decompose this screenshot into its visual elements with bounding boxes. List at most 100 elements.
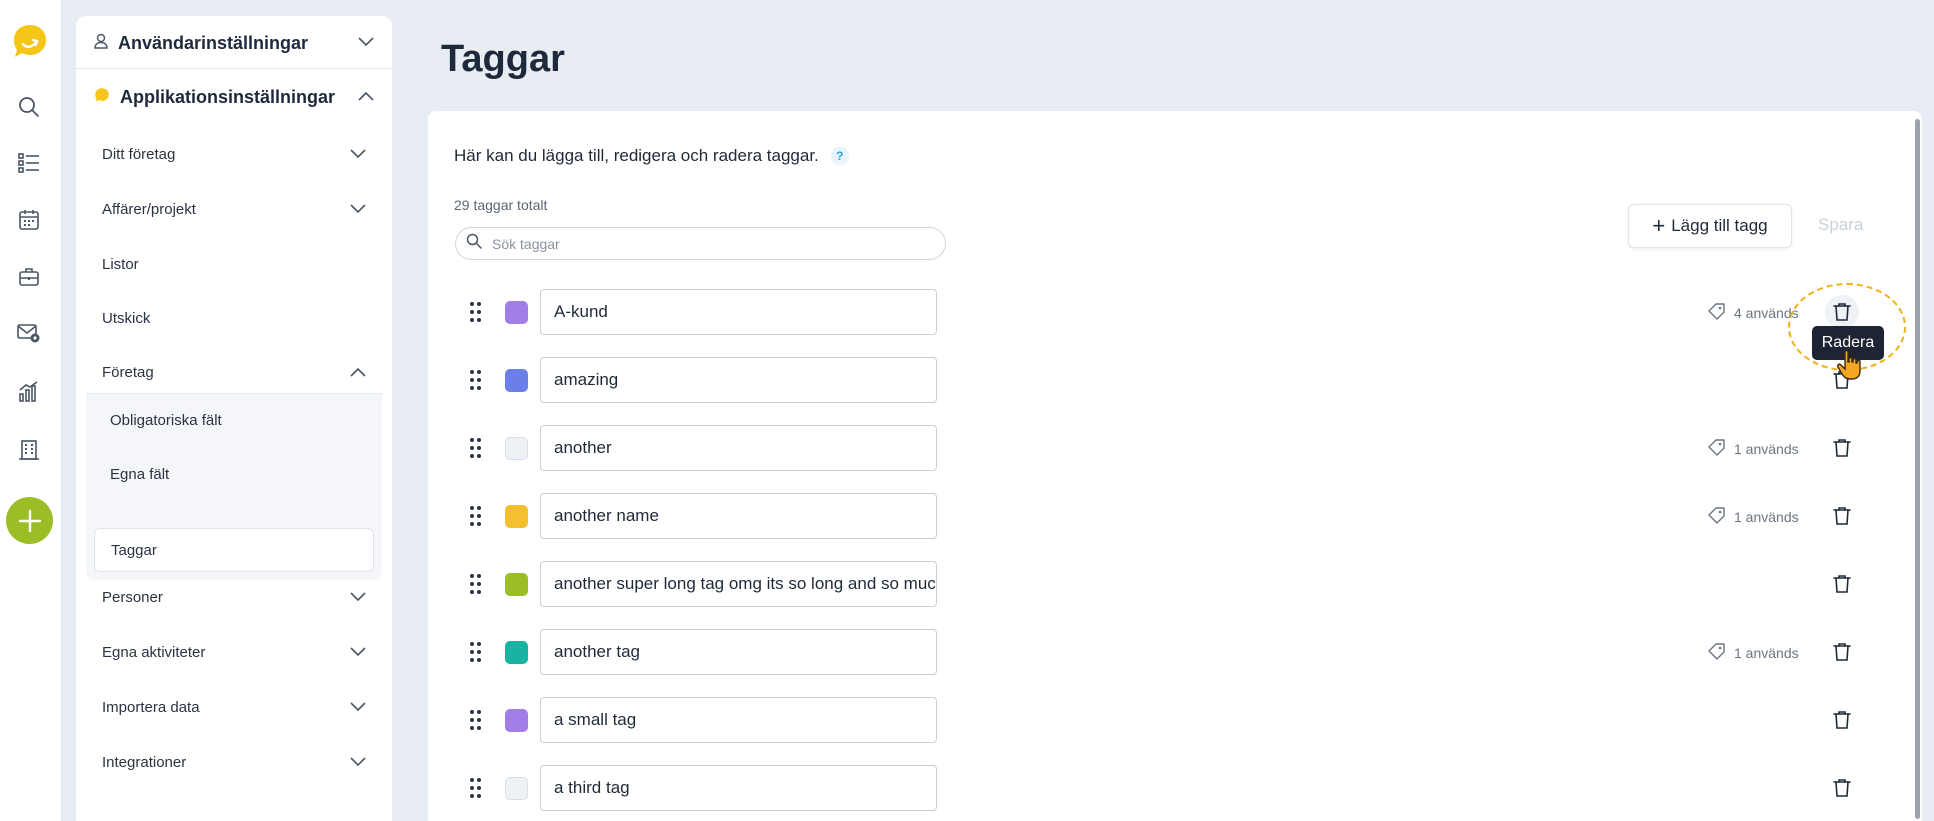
- usage-count: 1 används: [1708, 642, 1838, 663]
- search-box: [455, 227, 946, 260]
- scrollbar[interactable]: [1914, 111, 1922, 821]
- chevron-down-icon: [350, 699, 366, 716]
- nav-item-egna-aktiviteter[interactable]: Egna aktiviteter: [76, 632, 392, 672]
- sub-item-label: Obligatoriska fält: [110, 411, 222, 429]
- tag-icon: [1708, 506, 1726, 527]
- color-swatch[interactable]: [505, 641, 528, 664]
- delete-icon[interactable]: [1828, 638, 1856, 666]
- tag-name-input[interactable]: [540, 289, 937, 335]
- calendar-icon[interactable]: [14, 205, 44, 235]
- tag-row: [428, 697, 1908, 743]
- nav-item-label: Listor: [102, 255, 139, 273]
- delete-icon[interactable]: [1828, 706, 1856, 734]
- drag-handle-icon[interactable]: [469, 369, 483, 391]
- color-swatch[interactable]: [505, 437, 528, 460]
- list-icon[interactable]: [14, 148, 44, 178]
- nav-item-ditt-foretag[interactable]: Ditt företag: [76, 134, 392, 174]
- nav-item-affarer-projekt[interactable]: Affärer/projekt: [76, 189, 392, 229]
- chevron-down-icon: [350, 589, 366, 606]
- sub-item-label: Egna fält: [110, 465, 170, 483]
- divider: [76, 68, 392, 69]
- tag-name-input[interactable]: [540, 561, 937, 607]
- drag-handle-icon[interactable]: [469, 437, 483, 459]
- tag-row: 1 används: [428, 425, 1908, 471]
- nav-item-label: Personer: [102, 588, 163, 606]
- building-icon[interactable]: [14, 435, 44, 465]
- nav-item-integrationer[interactable]: Integrationer: [76, 742, 392, 782]
- tag-row: 1 används: [428, 629, 1908, 675]
- usage-text: 1 används: [1734, 440, 1799, 457]
- sub-item-egna-falt[interactable]: Egna fält: [94, 452, 374, 496]
- sub-item-obligatoriska-falt[interactable]: Obligatoriska fält: [94, 398, 374, 442]
- user-settings-header[interactable]: Användarinställningar: [76, 16, 392, 70]
- sub-item-label: Taggar: [111, 541, 157, 559]
- nav-item-label: Affärer/projekt: [102, 200, 196, 218]
- chevron-up-icon: [350, 364, 366, 381]
- save-button[interactable]: Spara: [1818, 215, 1863, 235]
- drag-handle-icon[interactable]: [469, 777, 483, 799]
- tag-name-input[interactable]: [540, 493, 937, 539]
- usage-count: 1 används: [1708, 506, 1838, 527]
- nav-item-importera-data[interactable]: Importera data: [76, 687, 392, 727]
- add-tag-button[interactable]: + Lägg till tagg: [1628, 204, 1792, 248]
- drag-handle-icon[interactable]: [469, 709, 483, 731]
- tag-row: 4 används: [428, 289, 1908, 335]
- logo-icon: [94, 87, 110, 108]
- color-swatch[interactable]: [505, 573, 528, 596]
- settings-panel: Användarinställningar Applikationsinstäl…: [76, 16, 392, 821]
- app-settings-label: Applikationsinställningar: [120, 86, 336, 107]
- nav-item-utskick[interactable]: Utskick: [76, 298, 392, 338]
- nav-item-personer[interactable]: Personer: [76, 577, 392, 617]
- search-icon[interactable]: [14, 92, 44, 122]
- color-swatch[interactable]: [505, 505, 528, 528]
- nav-item-label: Egna aktiviteter: [102, 643, 206, 661]
- sub-item-taggar[interactable]: Taggar: [94, 528, 374, 572]
- mail-settings-icon[interactable]: [14, 318, 44, 348]
- nav-item-label: Företag: [102, 363, 154, 381]
- tag-name-input[interactable]: [540, 765, 937, 811]
- tag-name-input[interactable]: [540, 629, 937, 675]
- search-input[interactable]: [492, 235, 932, 252]
- nav-item-listor[interactable]: Listor: [76, 244, 392, 284]
- page-title: Taggar: [441, 38, 565, 80]
- tag-icon: [1708, 438, 1726, 459]
- help-icon[interactable]: ?: [830, 147, 849, 165]
- nav-item-label: Ditt företag: [102, 145, 176, 163]
- add-icon[interactable]: [6, 497, 53, 544]
- scrollbar-thumb[interactable]: [1915, 119, 1920, 819]
- delete-icon[interactable]: [1828, 434, 1856, 462]
- app-settings-header[interactable]: Applikationsinställningar: [76, 70, 392, 124]
- chevron-up-icon: [358, 88, 374, 106]
- tag-name-input[interactable]: [540, 357, 937, 403]
- chevron-down-icon: [350, 644, 366, 661]
- drag-handle-icon[interactable]: [469, 505, 483, 527]
- tag-icon: [1708, 302, 1726, 323]
- search-icon: [466, 233, 482, 254]
- nav-item-label: Importera data: [102, 698, 200, 716]
- usage-count: 1 används: [1708, 438, 1838, 459]
- tag-name-input[interactable]: [540, 697, 937, 743]
- nav-item-foretag[interactable]: Företag: [76, 352, 392, 392]
- nav-item-label: Utskick: [102, 309, 151, 327]
- hand-cursor-icon: [1836, 348, 1866, 382]
- briefcase-icon[interactable]: [14, 262, 44, 292]
- color-swatch[interactable]: [505, 709, 528, 732]
- color-swatch[interactable]: [505, 301, 528, 324]
- chevron-down-icon: [350, 146, 366, 163]
- delete-icon[interactable]: [1828, 774, 1856, 802]
- tag-count: 29 taggar totalt: [454, 197, 548, 213]
- delete-icon[interactable]: [1828, 570, 1856, 598]
- color-swatch[interactable]: [505, 777, 528, 800]
- color-swatch[interactable]: [505, 369, 528, 392]
- divider: [86, 393, 382, 394]
- tag-name-input[interactable]: [540, 425, 937, 471]
- logo-icon[interactable]: [11, 22, 49, 60]
- user-icon: [94, 33, 108, 54]
- usage-text: 1 används: [1734, 508, 1799, 525]
- description-text: Här kan du lägga till, redigera och rade…: [454, 146, 819, 165]
- chart-icon[interactable]: [14, 377, 44, 407]
- delete-icon[interactable]: [1828, 502, 1856, 530]
- drag-handle-icon[interactable]: [469, 641, 483, 663]
- drag-handle-icon[interactable]: [469, 301, 483, 323]
- drag-handle-icon[interactable]: [469, 573, 483, 595]
